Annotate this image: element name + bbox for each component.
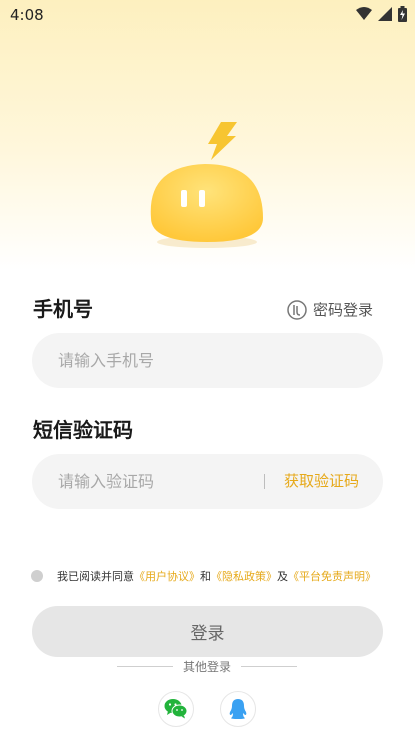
qq-login-button[interactable] <box>220 691 256 727</box>
disclaimer-link[interactable]: 《平台免责声明》 <box>288 568 376 584</box>
signal-icon <box>378 7 392 21</box>
wechat-login-button[interactable] <box>158 691 194 727</box>
code-field[interactable]: 获取验证码 <box>32 454 383 509</box>
password-icon <box>287 299 307 320</box>
agreement-row: 我已阅读并同意 《用户协议》 和 《隐私政策》 及 《平台免责声明》 <box>31 568 376 584</box>
code-input[interactable] <box>56 471 260 492</box>
mascot-logo <box>150 122 263 248</box>
phone-input[interactable] <box>56 350 260 371</box>
other-login-label: 其他登录 <box>182 660 231 674</box>
sms-code-label: 短信验证码 <box>33 418 133 442</box>
code-divider <box>264 474 265 489</box>
status-time: 4:08 <box>10 6 44 24</box>
login-button[interactable]: 登录 <box>32 606 383 657</box>
privacy-policy-link[interactable]: 《隐私政策》 <box>211 568 277 584</box>
get-code-button[interactable]: 获取验证码 <box>284 470 359 491</box>
password-login-link[interactable]: 密码登录 <box>287 299 373 320</box>
agreement-checkbox[interactable] <box>31 570 43 582</box>
lightning-bolt-icon <box>208 122 237 160</box>
phone-field[interactable] <box>32 333 383 388</box>
other-login-divider: 其他登录 <box>117 658 297 675</box>
phone-label: 手机号 <box>33 297 93 321</box>
user-agreement-link[interactable]: 《用户协议》 <box>134 568 200 584</box>
battery-icon <box>398 6 407 22</box>
agreement-and2: 及 <box>277 570 288 583</box>
status-icons <box>356 5 407 23</box>
password-login-label: 密码登录 <box>312 301 373 319</box>
agreement-and: 和 <box>200 570 211 583</box>
agreement-prefix: 我已阅读并同意 <box>57 570 134 583</box>
divider-line <box>240 666 297 667</box>
qq-icon <box>229 699 247 719</box>
wechat-icon <box>164 699 188 719</box>
divider-line <box>117 666 173 667</box>
wifi-icon <box>356 7 372 20</box>
